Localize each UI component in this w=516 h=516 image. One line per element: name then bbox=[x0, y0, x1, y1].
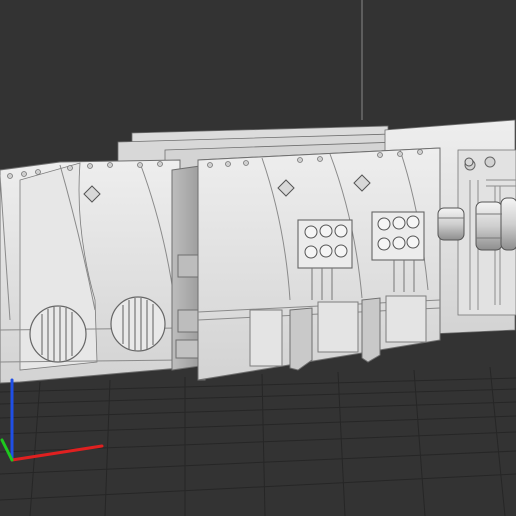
vent-icon bbox=[110, 296, 166, 352]
vent-icon bbox=[29, 305, 87, 363]
viewport-canvas[interactable] bbox=[0, 0, 516, 516]
3d-viewport[interactable] bbox=[0, 0, 516, 516]
ground-grid bbox=[0, 366, 516, 516]
